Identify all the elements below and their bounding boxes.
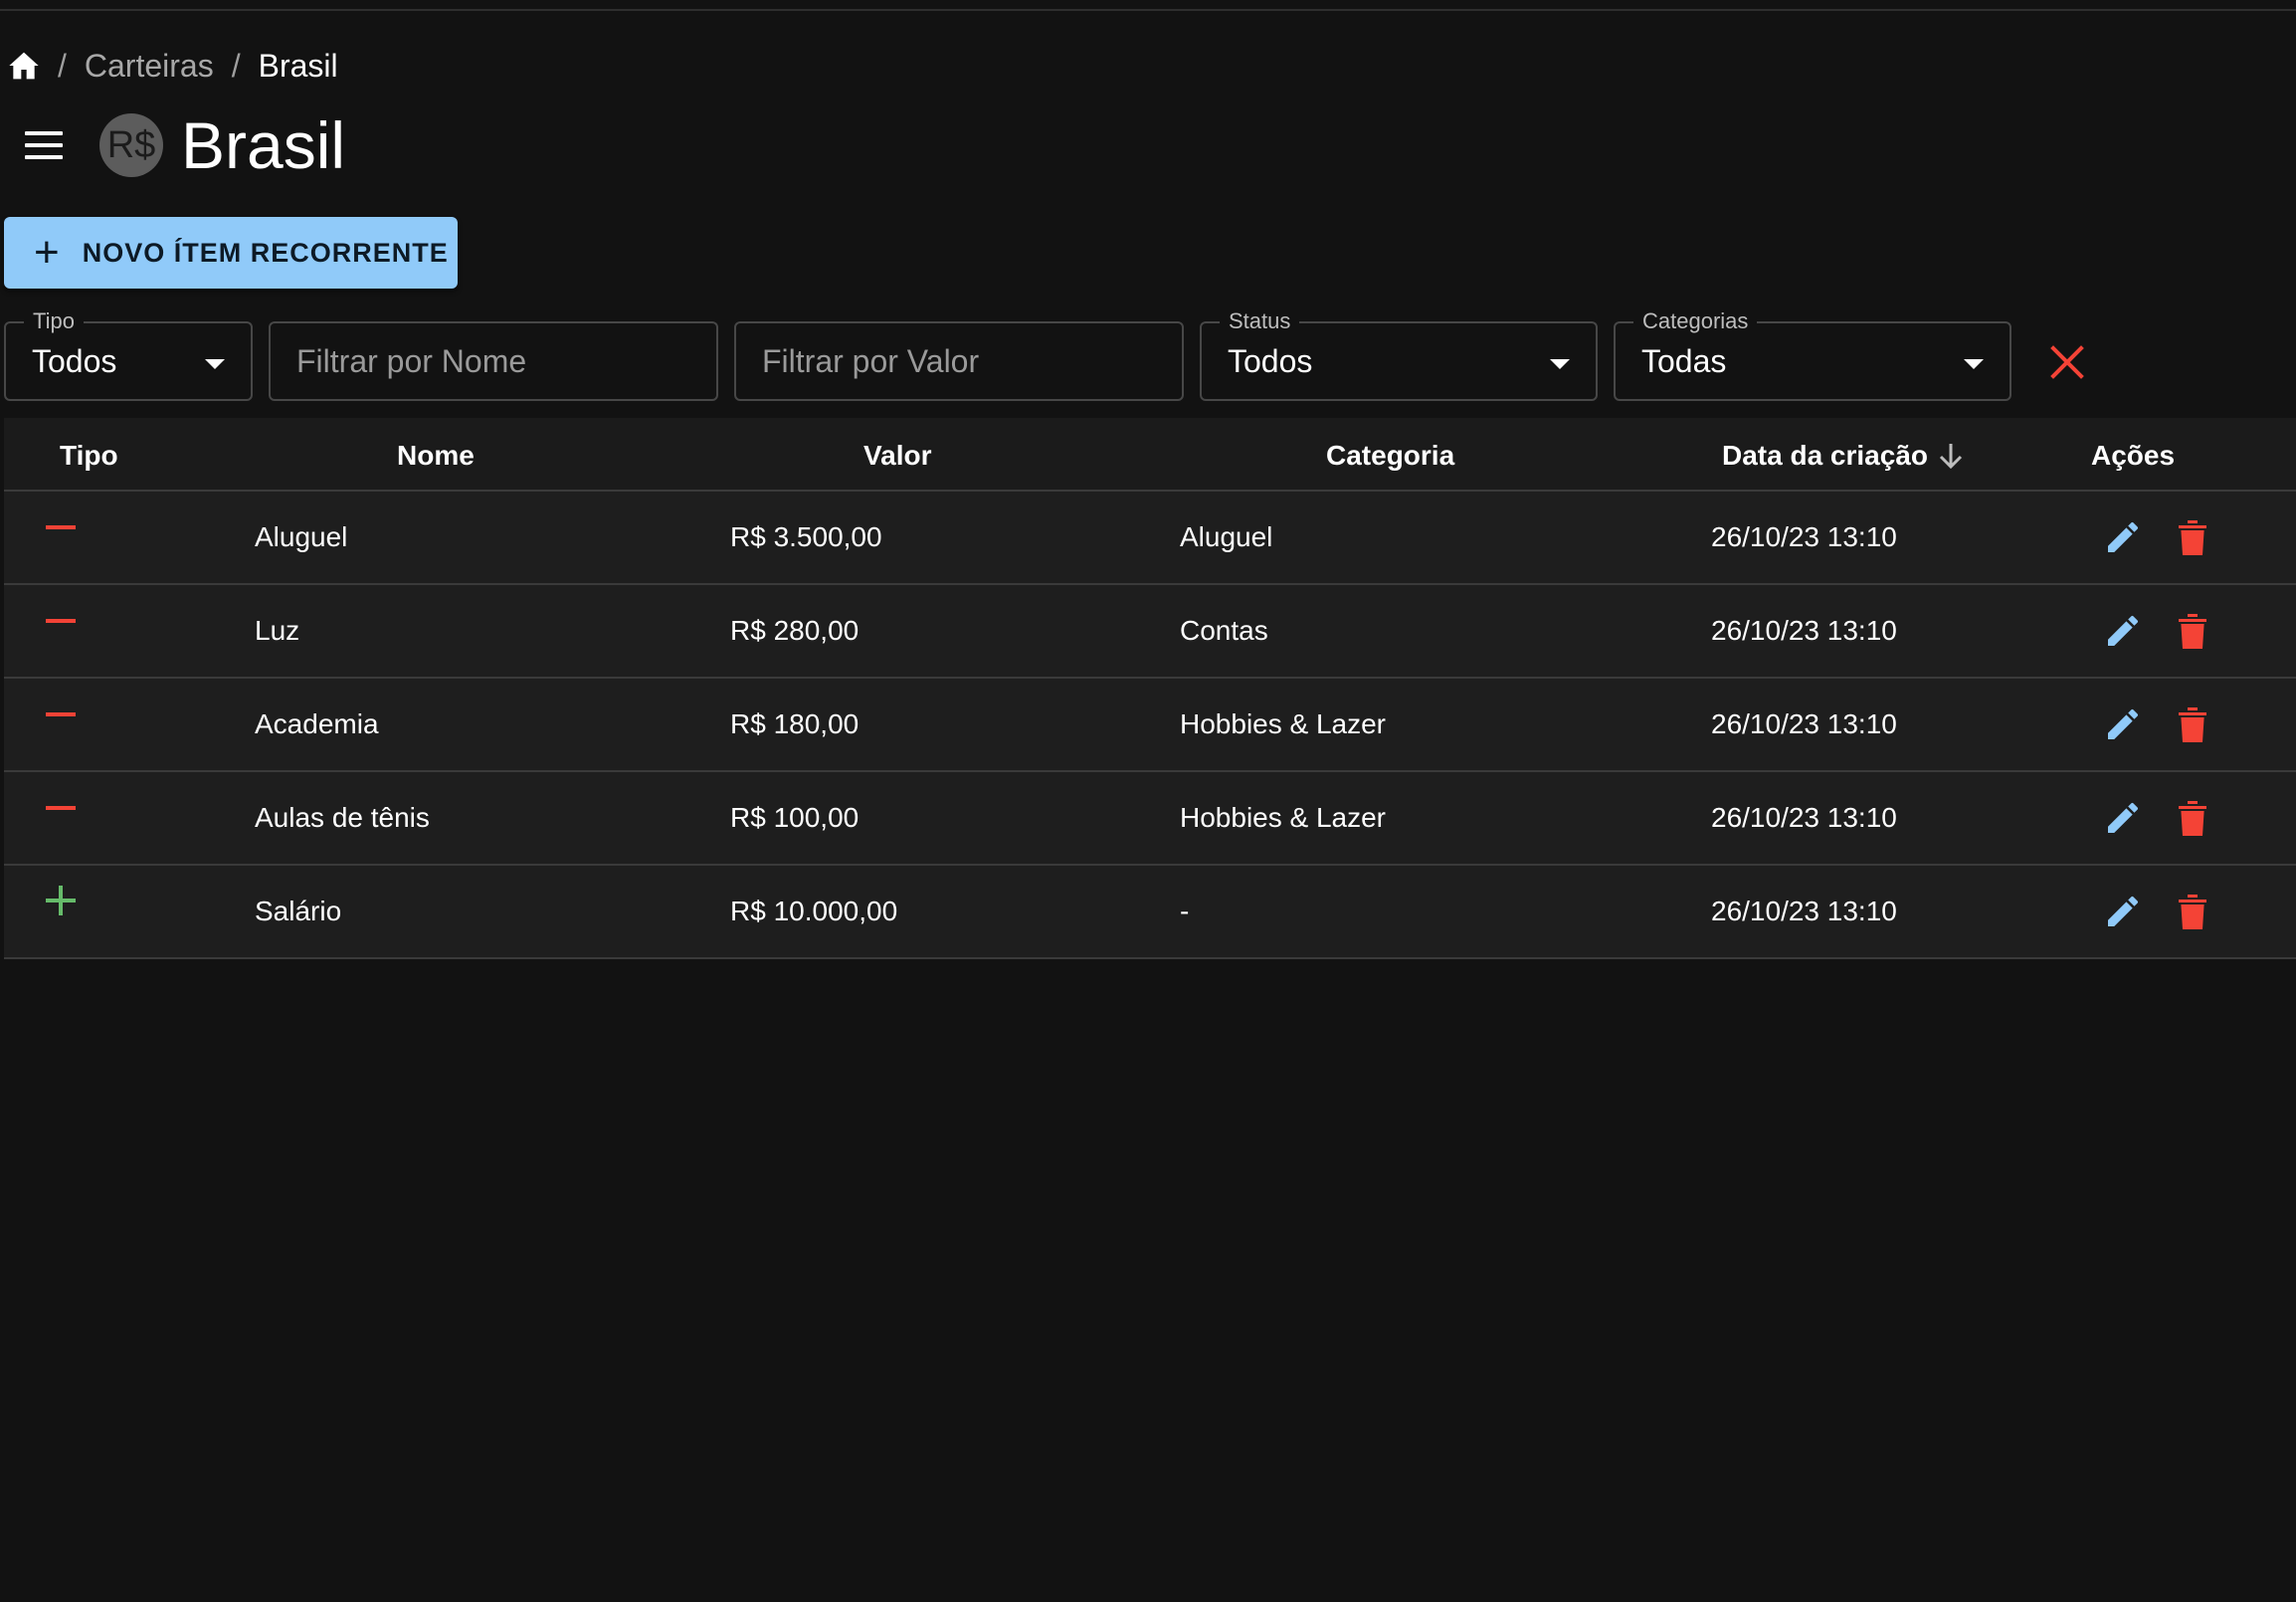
cell-created: 26/10/23 13:10	[1711, 802, 1897, 833]
cell-name: Aluguel	[255, 521, 348, 552]
arrow-down-icon	[1938, 442, 1964, 470]
top-divider	[0, 9, 2296, 11]
cell-name: Luz	[255, 615, 300, 646]
edit-icon[interactable]	[2103, 798, 2143, 838]
expense-minus-icon	[46, 619, 76, 623]
close-icon[interactable]	[2049, 344, 2085, 380]
cell-category: Contas	[1180, 615, 1268, 646]
cell-created: 26/10/23 13:10	[1711, 896, 1897, 926]
home-icon[interactable]	[8, 51, 40, 81]
chevron-down-icon	[1964, 359, 1984, 369]
name-filter-placeholder: Filtrar por Nome	[296, 342, 527, 379]
type-filter-value: Todos	[32, 342, 117, 379]
income-plus-icon	[46, 886, 76, 915]
delete-icon[interactable]	[2177, 704, 2208, 744]
categories-filter-select[interactable]: Categorias Todas	[1614, 309, 2011, 401]
cell-category: -	[1180, 896, 1190, 926]
edit-icon[interactable]	[2103, 892, 2143, 931]
cell-name: Academia	[255, 708, 379, 739]
chevron-down-icon	[1550, 359, 1570, 369]
table-body: Aluguel R$ 3.500,00 Aluguel 26/10/23 13:…	[4, 492, 2296, 959]
new-recurring-item-button[interactable]: + NOVO ÍTEM RECORRENTE	[4, 217, 458, 289]
type-filter-select[interactable]: Tipo Todos	[4, 309, 253, 401]
cell-category: Aluguel	[1180, 521, 1273, 552]
cell-category: Hobbies & Lazer	[1180, 802, 1387, 833]
breadcrumb-separator: /	[58, 47, 67, 84]
table-row: Salário R$ 10.000,00 - 26/10/23 13:10	[4, 866, 2296, 959]
chevron-down-icon	[205, 359, 225, 369]
column-header-valor[interactable]: Valor	[863, 440, 931, 472]
breadcrumb: / Carteiras / Brasil	[8, 44, 338, 88]
table-row: Aulas de tênis R$ 100,00 Hobbies & Lazer…	[4, 772, 2296, 866]
column-header-data-criacao[interactable]: Data da criação	[1722, 440, 1964, 472]
delete-icon[interactable]	[2177, 892, 2208, 931]
recurring-items-table: Tipo Nome Valor Categoria Data da criaçã…	[4, 418, 2296, 959]
menu-icon[interactable]	[25, 131, 63, 159]
type-filter-label: Tipo	[24, 309, 84, 333]
categories-filter-label: Categorias	[1633, 309, 1758, 333]
breadcrumb-carteiras[interactable]: Carteiras	[85, 48, 214, 85]
delete-icon[interactable]	[2177, 611, 2208, 651]
expense-minus-icon	[46, 712, 76, 716]
cell-created: 26/10/23 13:10	[1711, 521, 1897, 552]
value-filter-input[interactable]: Filtrar por Valor	[734, 321, 1184, 401]
table-row: Luz R$ 280,00 Contas 26/10/23 13:10	[4, 585, 2296, 679]
expense-minus-icon	[46, 806, 76, 810]
table-row: Aluguel R$ 3.500,00 Aluguel 26/10/23 13:…	[4, 492, 2296, 585]
name-filter-input[interactable]: Filtrar por Nome	[269, 321, 718, 401]
expense-minus-icon	[46, 525, 76, 529]
table-row: Academia R$ 180,00 Hobbies & Lazer 26/10…	[4, 679, 2296, 772]
edit-icon[interactable]	[2103, 704, 2143, 744]
delete-icon[interactable]	[2177, 517, 2208, 557]
status-filter-select[interactable]: Status Todos	[1200, 309, 1598, 401]
edit-icon[interactable]	[2103, 611, 2143, 651]
plus-icon: +	[34, 228, 61, 277]
table-header: Tipo Nome Valor Categoria Data da criaçã…	[4, 418, 2296, 492]
cell-created: 26/10/23 13:10	[1711, 708, 1897, 739]
breadcrumb-separator: /	[231, 47, 241, 84]
avatar: R$	[99, 113, 163, 177]
cell-name: Salário	[255, 896, 342, 926]
column-header-tipo[interactable]: Tipo	[60, 440, 118, 472]
edit-icon[interactable]	[2103, 517, 2143, 557]
cell-created: 26/10/23 13:10	[1711, 615, 1897, 646]
cell-value: R$ 100,00	[730, 802, 860, 833]
column-header-nome[interactable]: Nome	[397, 440, 475, 472]
delete-icon[interactable]	[2177, 798, 2208, 838]
cell-value: R$ 10.000,00	[730, 896, 898, 926]
cell-name: Aulas de tênis	[255, 802, 430, 833]
page-title: Brasil	[181, 108, 346, 182]
column-header-acoes: Ações	[2091, 440, 2176, 471]
cell-value: R$ 280,00	[730, 615, 860, 646]
status-filter-value: Todos	[1228, 342, 1313, 379]
cell-category: Hobbies & Lazer	[1180, 708, 1387, 739]
column-header-data-criacao-label: Data da criação	[1722, 440, 1928, 471]
cell-value: R$ 3.500,00	[730, 521, 882, 552]
new-button-label: NOVO ÍTEM RECORRENTE	[82, 237, 449, 268]
categories-filter-value: Todas	[1641, 342, 1727, 379]
cell-value: R$ 180,00	[730, 708, 860, 739]
value-filter-placeholder: Filtrar por Valor	[762, 342, 980, 379]
status-filter-label: Status	[1220, 309, 1300, 333]
breadcrumb-current: Brasil	[258, 47, 338, 84]
column-header-categoria[interactable]: Categoria	[1326, 440, 1454, 472]
